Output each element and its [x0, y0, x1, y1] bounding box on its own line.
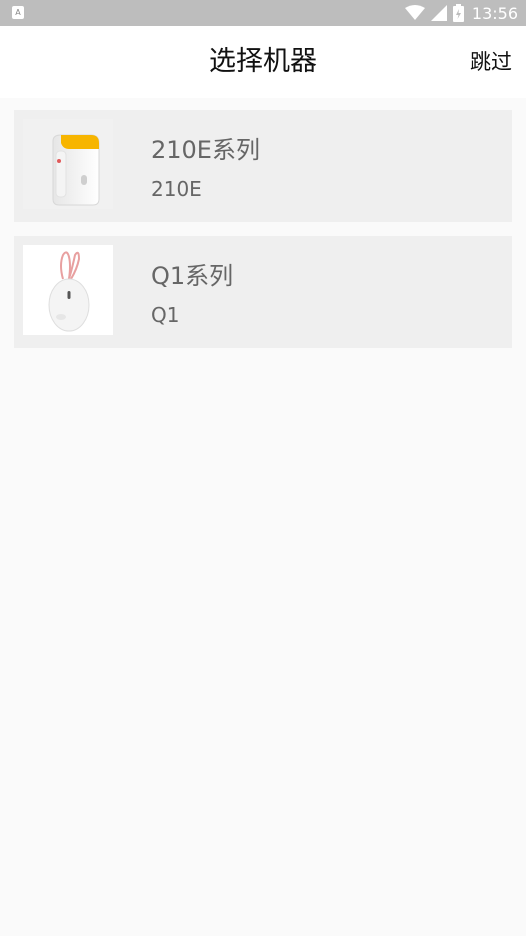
status-bar: A 13:56	[0, 0, 526, 26]
device-card-q1[interactable]: Q1系列 Q1	[14, 236, 512, 348]
device-series-label: 210E系列	[151, 136, 260, 164]
skip-button[interactable]: 跳过	[470, 26, 512, 98]
status-time: 13:56	[471, 3, 518, 23]
device-model-label: Q1	[151, 303, 180, 327]
device-image-210e	[23, 119, 113, 209]
device-card-210e[interactable]: 210E系列 210E	[14, 110, 512, 222]
page-title: 选择机器	[209, 46, 317, 77]
device-model-label: 210E	[151, 177, 202, 201]
device-list: 210E系列 210E Q1系列 Q1	[14, 110, 512, 362]
device-series-label: Q1系列	[151, 262, 234, 290]
device-image-q1	[23, 245, 113, 335]
signal-icon	[430, 5, 447, 21]
app-bar: 选择机器 跳过	[0, 26, 526, 98]
notification-app-icon: A	[12, 6, 24, 19]
battery-icon	[452, 4, 464, 22]
wifi-icon	[404, 5, 425, 20]
